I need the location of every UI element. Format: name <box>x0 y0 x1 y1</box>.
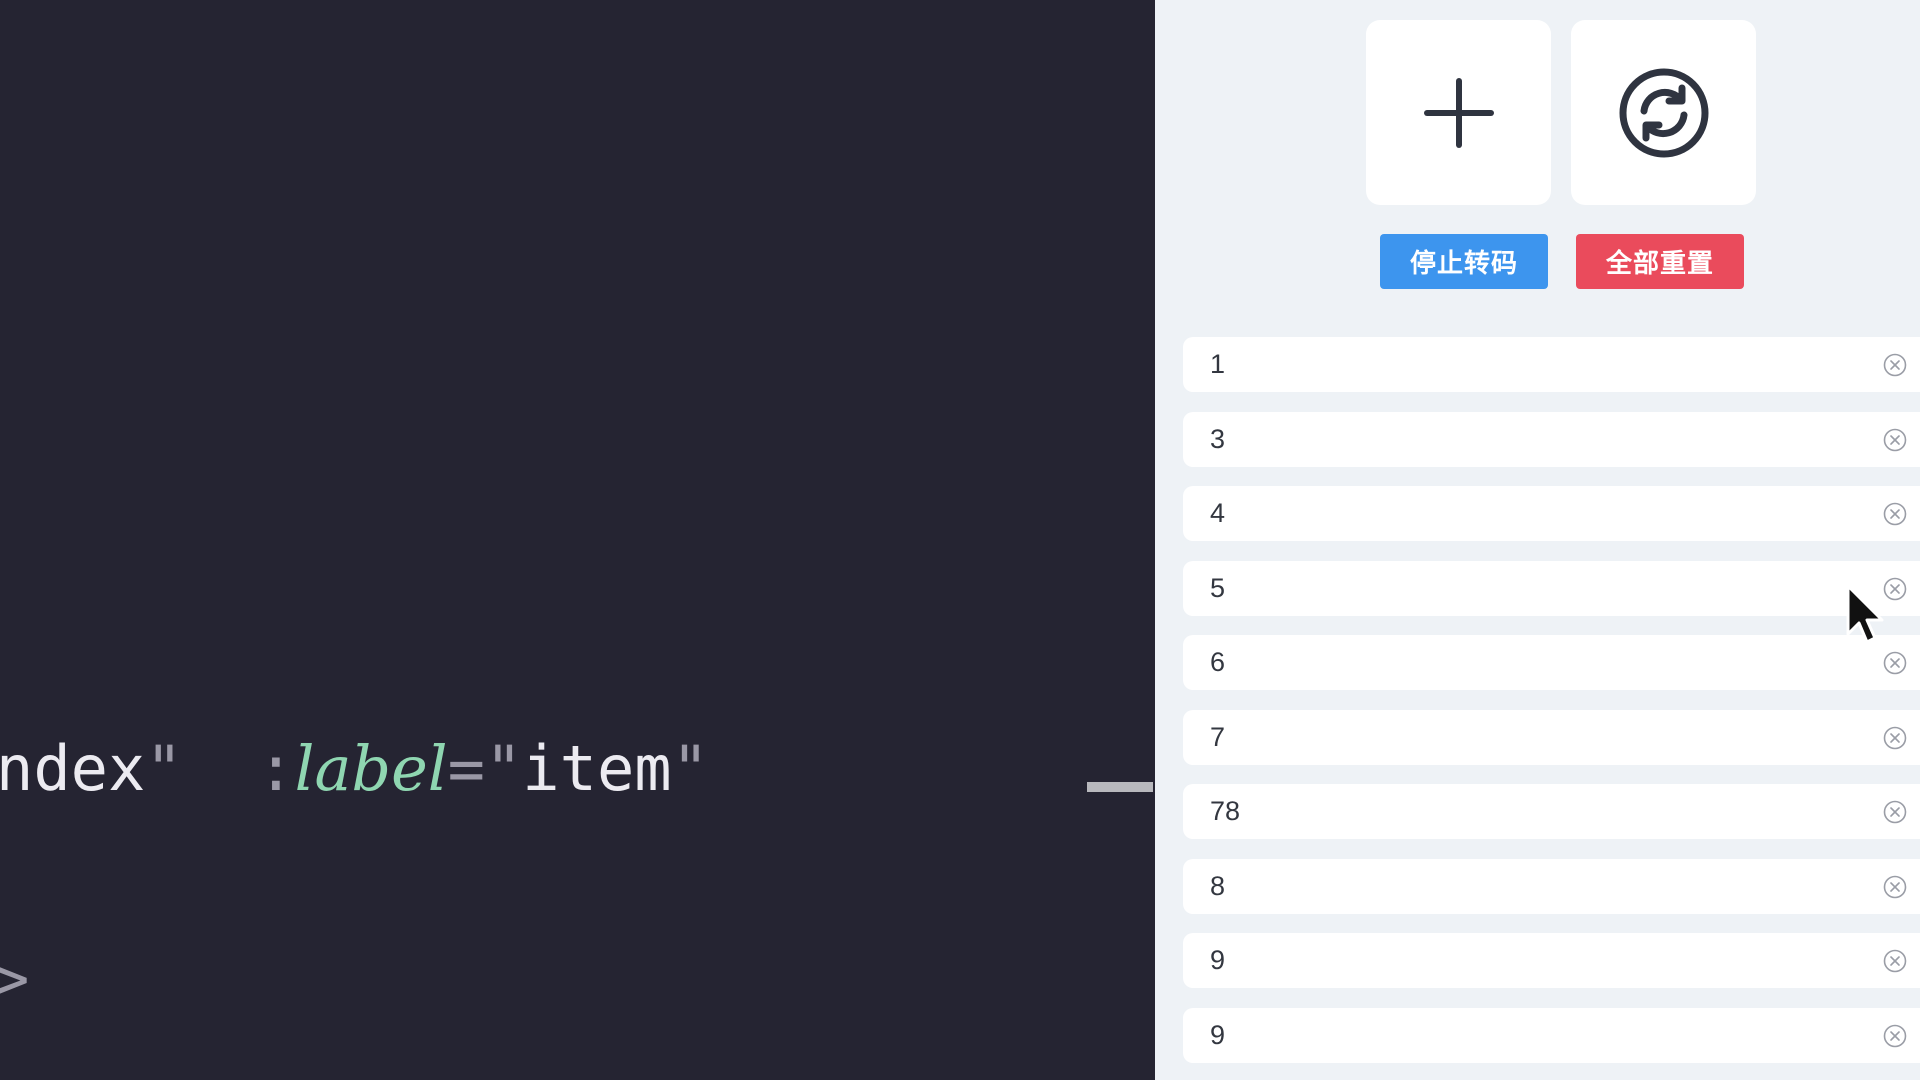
list-item-label: 7 <box>1210 721 1226 752</box>
code-editor[interactable]: ndex" :label="item" > <box>0 0 1155 1080</box>
code-token-quote: " <box>484 732 523 805</box>
code-line: ndex" :label="item" <box>0 738 709 800</box>
list-item-label: 8 <box>1210 870 1226 901</box>
close-circle-icon[interactable] <box>1883 1024 1907 1048</box>
list-item-label: 6 <box>1210 647 1226 677</box>
stop-transcode-button[interactable]: 停止转码 <box>1380 234 1548 289</box>
refresh-circle-icon <box>1619 68 1708 157</box>
list-item[interactable]: 5 <box>1183 560 1920 616</box>
code-token-equals: = <box>447 732 485 805</box>
code-token-string: item <box>522 732 672 805</box>
close-circle-icon[interactable] <box>1883 651 1907 675</box>
list-item-label: 9 <box>1210 1019 1226 1050</box>
list-item[interactable]: 9 <box>1183 933 1920 988</box>
code-token-quote: " <box>145 732 183 805</box>
close-circle-icon[interactable] <box>1883 428 1907 452</box>
list-item-label: 5 <box>1210 572 1226 603</box>
list-item[interactable]: 6 <box>1183 635 1920 690</box>
close-circle-icon[interactable] <box>1883 577 1907 601</box>
list-item[interactable]: 7 <box>1183 709 1920 765</box>
close-circle-icon[interactable] <box>1883 502 1907 526</box>
reset-all-button[interactable]: 全部重置 <box>1576 234 1744 289</box>
list-item-label: 78 <box>1210 796 1241 826</box>
list-item[interactable]: 9 <box>1183 1007 1920 1063</box>
list-item-label: 4 <box>1210 498 1226 528</box>
list-item[interactable]: 1 <box>1183 337 1920 392</box>
code-token-angle-bracket: > <box>0 942 30 1015</box>
close-circle-icon[interactable] <box>1883 800 1907 824</box>
list-item-label: 1 <box>1210 349 1226 379</box>
close-circle-icon[interactable] <box>1883 353 1907 377</box>
add-button[interactable] <box>1366 20 1551 205</box>
list-item[interactable]: 78 <box>1183 784 1920 839</box>
code-line: > <box>0 948 29 1010</box>
code-token-attribute: label <box>294 732 448 805</box>
transcode-panel: 停止转码 全部重置 1 3 4 5 6 7 78 8 9 9 <box>1155 0 1920 1080</box>
list-item[interactable]: 8 <box>1183 858 1920 914</box>
code-token-colon: : <box>257 732 295 805</box>
list-item[interactable]: 4 <box>1183 486 1920 541</box>
refresh-button[interactable] <box>1571 20 1756 205</box>
item-list: 1 3 4 5 6 7 78 8 9 9 <box>1183 337 1920 1080</box>
close-circle-icon[interactable] <box>1883 726 1907 750</box>
close-circle-icon[interactable] <box>1883 949 1907 973</box>
plus-icon <box>1423 77 1494 148</box>
code-token-quote: " <box>671 732 709 805</box>
list-item-label: 3 <box>1210 423 1226 454</box>
code-token-text: ndex <box>0 732 146 805</box>
list-item[interactable]: 3 <box>1183 411 1920 467</box>
app-window: ndex" :label="item" > 停止转码 全部重置 1 3 4 5 6 7 78… <box>0 0 1920 1080</box>
panel-resize-handle[interactable] <box>1087 782 1153 792</box>
list-item-label: 9 <box>1210 945 1226 975</box>
close-circle-icon[interactable] <box>1883 875 1907 899</box>
